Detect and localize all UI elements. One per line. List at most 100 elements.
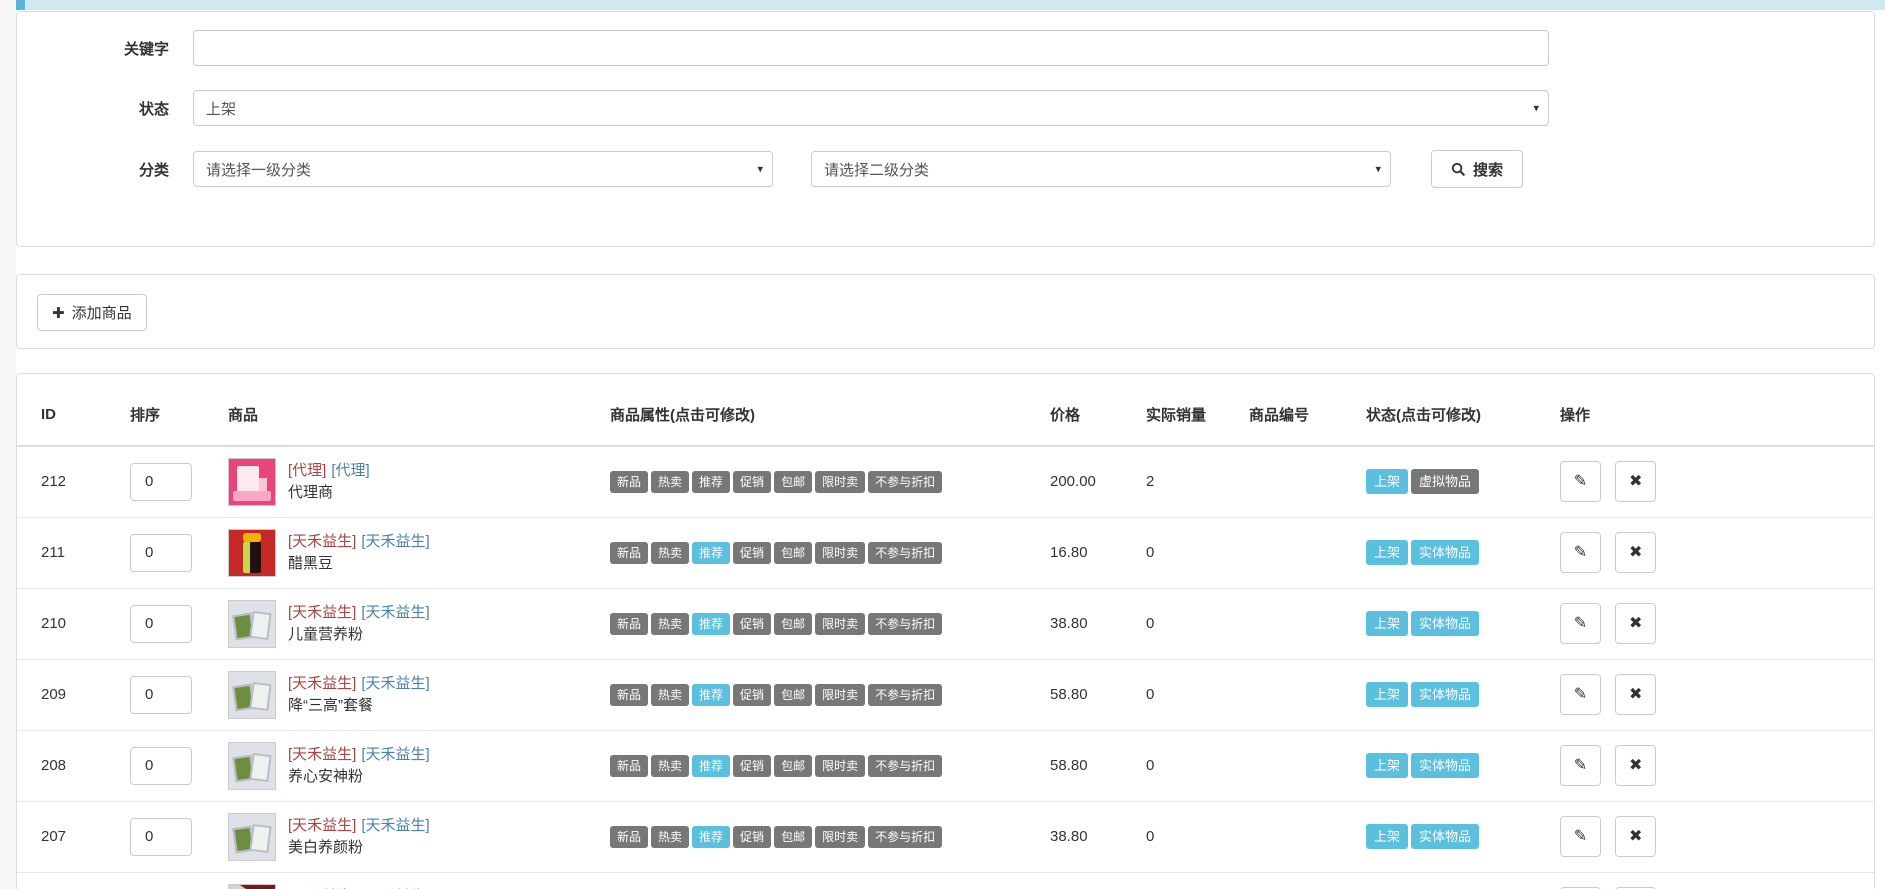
attribute-badge[interactable]: 热卖 xyxy=(651,470,690,493)
delete-button[interactable]: ✖ xyxy=(1615,603,1657,644)
attribute-badge[interactable]: 限时卖 xyxy=(815,825,866,848)
attribute-badge[interactable]: 限时卖 xyxy=(815,541,866,564)
search-icon xyxy=(1451,162,1466,177)
attribute-badge[interactable]: 包邮 xyxy=(774,825,813,848)
item-type-badge[interactable]: 实体物品 xyxy=(1411,611,1480,636)
sort-order-input[interactable] xyxy=(130,817,192,856)
category-level2-select[interactable]: 请选择二级分类 ▾ xyxy=(811,151,1391,187)
delete-button[interactable]: ✖ xyxy=(1615,532,1657,573)
attribute-badge[interactable]: 促销 xyxy=(733,541,772,564)
delete-button[interactable]: ✖ xyxy=(1615,816,1657,857)
item-type-badge[interactable]: 实体物品 xyxy=(1411,753,1480,778)
brand-link-blue[interactable]: [天禾益生] xyxy=(361,604,429,621)
product-thumbnail[interactable] xyxy=(228,741,276,790)
attribute-badge[interactable]: 推荐 xyxy=(692,683,731,706)
edit-button[interactable]: ✎ xyxy=(1560,816,1601,857)
attribute-badge[interactable]: 热卖 xyxy=(651,541,690,564)
attribute-badge[interactable]: 新品 xyxy=(610,470,649,493)
sort-order-input[interactable] xyxy=(130,604,192,643)
edit-button[interactable]: ✎ xyxy=(1560,745,1601,786)
brand-link-red[interactable]: [代理] xyxy=(288,462,326,479)
delete-button[interactable]: ✖ xyxy=(1615,674,1657,715)
attribute-badge[interactable]: 新品 xyxy=(610,825,649,848)
attribute-badge[interactable]: 促销 xyxy=(733,683,772,706)
brand-link-blue[interactable]: [天禾益生] xyxy=(361,533,429,550)
status-badge[interactable]: 上架 xyxy=(1366,540,1409,565)
item-type-badge[interactable]: 实体物品 xyxy=(1411,540,1480,565)
product-thumbnail[interactable] xyxy=(228,599,276,648)
attribute-badge[interactable]: 推荐 xyxy=(692,825,731,848)
attribute-badge[interactable]: 新品 xyxy=(610,612,649,635)
product-thumbnail[interactable] xyxy=(228,457,276,506)
brand-link-red[interactable]: [天禾益生] xyxy=(288,817,356,834)
attribute-badge[interactable]: 推荐 xyxy=(692,541,731,564)
attribute-badge[interactable]: 促销 xyxy=(733,612,772,635)
attribute-badge[interactable]: 包邮 xyxy=(774,541,813,564)
attribute-badge[interactable]: 推荐 xyxy=(692,612,731,635)
attribute-badge[interactable]: 包邮 xyxy=(774,683,813,706)
attribute-badge[interactable]: 促销 xyxy=(733,754,772,777)
status-badge[interactable]: 上架 xyxy=(1366,682,1409,707)
attribute-badge[interactable]: 限时卖 xyxy=(815,754,866,777)
attribute-badge[interactable]: 不参与折扣 xyxy=(868,612,943,635)
edit-button[interactable]: ✎ xyxy=(1560,461,1601,503)
brand-link-blue[interactable]: [天禾益生] xyxy=(361,675,429,692)
attribute-badge[interactable]: 推荐 xyxy=(692,470,731,493)
brand-link-red[interactable]: [天禾益生] xyxy=(288,746,356,763)
edit-button[interactable]: ✎ xyxy=(1560,674,1601,715)
brand-link-blue[interactable]: [天禾益生] xyxy=(361,746,429,763)
status-badge[interactable]: 上架 xyxy=(1366,753,1409,778)
attribute-badge[interactable]: 不参与折扣 xyxy=(868,825,943,848)
attribute-badge[interactable]: 限时卖 xyxy=(815,612,866,635)
product-thumbnail[interactable] xyxy=(228,528,276,577)
sort-order-input[interactable] xyxy=(130,533,192,572)
brand-link-blue[interactable]: [天禾益生] xyxy=(361,817,429,834)
product-thumbnail[interactable] xyxy=(228,883,276,889)
delete-button[interactable]: ✖ xyxy=(1615,745,1657,786)
attribute-badge[interactable]: 热卖 xyxy=(651,612,690,635)
item-type-badge[interactable]: 实体物品 xyxy=(1411,824,1480,849)
status-badge[interactable]: 上架 xyxy=(1366,469,1409,495)
attribute-badge[interactable]: 不参与折扣 xyxy=(868,541,943,564)
keyword-input[interactable] xyxy=(193,30,1549,66)
product-thumbnail[interactable] xyxy=(228,670,276,719)
add-product-button[interactable]: ✚ 添加商品 xyxy=(37,294,147,331)
category-level1-select[interactable]: 请选择一级分类 ▾ xyxy=(193,151,773,187)
attribute-badge[interactable]: 热卖 xyxy=(651,683,690,706)
status-select[interactable]: 上架 ▾ xyxy=(193,90,1549,126)
sort-order-input[interactable] xyxy=(130,675,192,714)
attribute-badge[interactable]: 包邮 xyxy=(774,470,813,493)
delete-button[interactable]: ✖ xyxy=(1615,461,1657,503)
attribute-badge[interactable]: 热卖 xyxy=(651,754,690,777)
attribute-badge[interactable]: 新品 xyxy=(610,683,649,706)
brand-link-red[interactable]: [天禾益生] xyxy=(288,604,356,621)
brand-link-red[interactable]: [天禾益生] xyxy=(288,675,356,692)
attribute-badge[interactable]: 促销 xyxy=(733,825,772,848)
item-type-badge[interactable]: 实体物品 xyxy=(1411,682,1480,707)
attribute-badge[interactable]: 热卖 xyxy=(651,825,690,848)
edit-button[interactable]: ✎ xyxy=(1560,532,1601,573)
item-type-badge[interactable]: 虚拟物品 xyxy=(1411,469,1480,495)
attribute-badge[interactable]: 不参与折扣 xyxy=(868,470,943,493)
brand-link-blue[interactable]: [代理] xyxy=(331,462,369,479)
attribute-badge[interactable]: 限时卖 xyxy=(815,470,866,493)
keyword-label: 关键字 xyxy=(123,40,169,58)
attribute-badge[interactable]: 不参与折扣 xyxy=(868,754,943,777)
sort-order-input[interactable] xyxy=(130,462,192,501)
attribute-badge[interactable]: 包邮 xyxy=(774,612,813,635)
search-button[interactable]: 搜索 xyxy=(1431,150,1523,188)
brand-link-red[interactable]: [天禾益生] xyxy=(288,533,356,550)
attribute-badge[interactable]: 限时卖 xyxy=(815,683,866,706)
attribute-badge[interactable]: 包邮 xyxy=(774,754,813,777)
attribute-badge[interactable]: 促销 xyxy=(733,470,772,493)
status-badge[interactable]: 上架 xyxy=(1366,824,1409,849)
edit-button[interactable]: ✎ xyxy=(1560,603,1601,644)
attribute-badge[interactable]: 推荐 xyxy=(692,754,731,777)
product-thumbnail[interactable] xyxy=(228,812,276,861)
attribute-badge[interactable]: 新品 xyxy=(610,541,649,564)
cell-status: 上架 实体物品 xyxy=(1358,588,1552,660)
attribute-badge[interactable]: 不参与折扣 xyxy=(868,683,943,706)
sort-order-input[interactable] xyxy=(130,746,192,785)
status-badge[interactable]: 上架 xyxy=(1366,611,1409,636)
attribute-badge[interactable]: 新品 xyxy=(610,754,649,777)
